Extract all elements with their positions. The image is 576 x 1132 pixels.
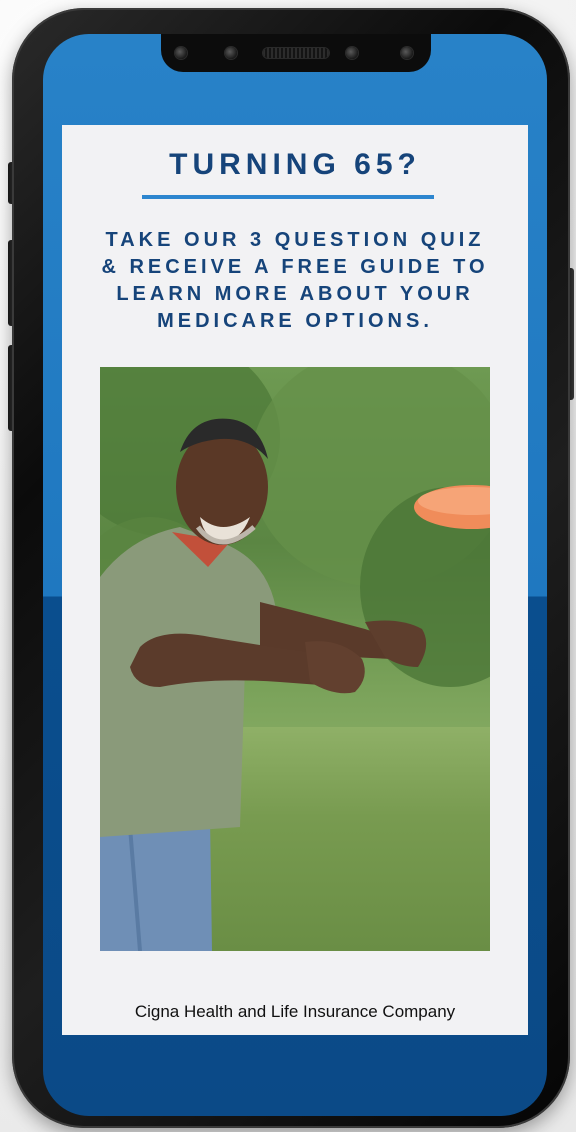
man-throwing-frisbee <box>100 418 490 951</box>
ad-card[interactable]: TURNING 65? TAKE OUR 3 QUESTION QUIZ & R… <box>62 125 528 1035</box>
ad-headline: TURNING 65? <box>169 148 421 181</box>
phone-notch <box>161 34 431 72</box>
jeans <box>100 817 212 951</box>
subhead-line: & RECEIVE A FREE GUIDE TO <box>101 256 489 278</box>
ad-subhead: TAKE OUR 3 QUESTION QUIZ & RECEIVE A FRE… <box>72 227 518 335</box>
sensor-icon <box>175 47 187 59</box>
subhead-line: MEDICARE OPTIONS. <box>157 310 433 332</box>
subhead-line: TAKE OUR 3 QUESTION QUIZ <box>105 229 485 251</box>
page-root: TURNING 65? TAKE OUR 3 QUESTION QUIZ & R… <box>0 0 576 1132</box>
hero-photo <box>100 367 490 951</box>
camera-icon <box>225 47 237 59</box>
speaker-grille-icon <box>263 48 329 58</box>
camera-icon <box>401 47 413 59</box>
sensor-icon <box>346 47 358 59</box>
headline-underline <box>142 195 434 199</box>
company-footer: Cigna Health and Life Insurance Company <box>134 1002 456 1021</box>
phone-screen: TURNING 65? TAKE OUR 3 QUESTION QUIZ & R… <box>43 34 547 1116</box>
subhead-line: LEARN MORE ABOUT YOUR <box>116 283 474 305</box>
